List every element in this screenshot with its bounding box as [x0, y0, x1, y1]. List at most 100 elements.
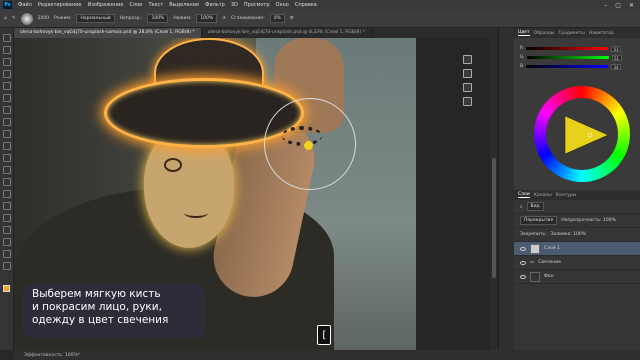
- layer-row[interactable]: Фон: [514, 270, 640, 284]
- layer-name: Фон: [544, 274, 554, 279]
- caption-line-1: Выберем мягкую кисть: [32, 288, 161, 300]
- menu-help[interactable]: Справка: [295, 2, 317, 8]
- layer-filter-select[interactable]: Вид: [526, 202, 544, 211]
- green-slider[interactable]: [526, 56, 609, 59]
- brush-settings-icon[interactable]: [462, 69, 472, 78]
- adjustments-icon[interactable]: [462, 83, 472, 92]
- mode-select[interactable]: Нормальный: [76, 14, 115, 23]
- blur-tool-icon[interactable]: [2, 178, 11, 186]
- menu-window[interactable]: Окно: [276, 2, 289, 8]
- flow-field[interactable]: 100%: [196, 14, 218, 23]
- menu-image[interactable]: Изображение: [87, 2, 123, 8]
- tutorial-caption: Выберем мягкую кисть и покрасим лицо, ру…: [22, 284, 206, 338]
- tab-document-2[interactable]: olena-bohovyk-bie_vqG4j70-unsplash.psd @…: [202, 28, 372, 38]
- pen-tool-icon[interactable]: [2, 202, 11, 210]
- right-panel: Цвет Образцы Градиенты Навигатор R 51 G 51…: [514, 28, 640, 350]
- scrollbar-thumb[interactable]: [492, 158, 496, 278]
- lasso-tool-icon[interactable]: [2, 58, 11, 66]
- history-brush-tool-icon[interactable]: [2, 142, 11, 150]
- hand-tool-icon[interactable]: [2, 250, 11, 258]
- quick-select-tool-icon[interactable]: [2, 70, 11, 78]
- maximize-icon[interactable]: ▢: [615, 2, 621, 9]
- type-tool-icon[interactable]: [2, 214, 11, 222]
- properties-icon[interactable]: [462, 55, 472, 64]
- green-value[interactable]: 51: [611, 54, 622, 61]
- caption-line-2: и покрасим лицо, руки,: [32, 301, 162, 313]
- tab-channels[interactable]: Каналы: [534, 193, 552, 198]
- layer-row[interactable]: Слой 1: [514, 242, 640, 256]
- tab-gradients[interactable]: Градиенты: [559, 31, 585, 36]
- move-tool-icon[interactable]: [2, 34, 11, 42]
- eye-icon[interactable]: [520, 260, 526, 265]
- layers-panel: Слои Каналы Контуры ⌕ Вид Перекрытие Непро…: [514, 190, 640, 350]
- settings-gear-icon[interactable]: ⚙: [290, 16, 294, 21]
- menu-3d[interactable]: 3D: [231, 2, 238, 8]
- status-bar: Эффективность: 100%*: [14, 350, 640, 360]
- shape-tool-icon[interactable]: [2, 238, 11, 246]
- tab-document-1[interactable]: olena-bohovyk-bie_vqG4j70-unsplash-samoi…: [14, 28, 202, 38]
- slider-label-r: R: [520, 46, 524, 51]
- gradient-tool-icon[interactable]: [2, 166, 11, 174]
- smoothing-field[interactable]: 0%: [269, 14, 285, 23]
- face-paint-eye: [164, 158, 182, 172]
- menu-layers[interactable]: Слои: [129, 2, 142, 8]
- tab-paths[interactable]: Контуры: [556, 193, 577, 198]
- path-select-tool-icon[interactable]: [2, 226, 11, 234]
- zoom-tool-icon[interactable]: [2, 262, 11, 270]
- blend-mode-select[interactable]: Перекрытие: [520, 216, 558, 225]
- dodge-tool-icon[interactable]: [2, 190, 11, 198]
- menu-type[interactable]: Текст: [148, 2, 163, 8]
- minimize-icon[interactable]: –: [604, 2, 607, 9]
- color-sliders: R 51 G 51 B 34: [520, 44, 636, 71]
- document-tabs: olena-bohovyk-bie_vqG4j70-unsplash-samoi…: [14, 28, 504, 38]
- folder-icon: ▭: [530, 260, 535, 265]
- opacity-field[interactable]: 100%: [147, 14, 169, 23]
- menu-edit[interactable]: Редактирование: [38, 2, 82, 8]
- menu-file[interactable]: Файл: [18, 2, 32, 8]
- color-triangle[interactable]: [560, 114, 610, 156]
- brush-preset-picker[interactable]: [20, 12, 33, 25]
- caption-line-3: одежду в цвет свечения: [32, 314, 169, 326]
- menu-filter[interactable]: Фильтр: [205, 2, 225, 8]
- vertical-scrollbar[interactable]: [490, 38, 498, 350]
- canvas-mini-toolbar: [459, 55, 475, 106]
- brush-tool-icon[interactable]: ✎: [12, 16, 16, 21]
- airbrush-icon[interactable]: ✈: [222, 16, 226, 21]
- foreground-color-swatch[interactable]: [3, 285, 10, 292]
- layer-thumbnail: [530, 271, 540, 282]
- healing-tool-icon[interactable]: [2, 106, 11, 114]
- tab-navigator[interactable]: Навигатор: [589, 31, 614, 36]
- search-icon: ⌕: [520, 204, 523, 210]
- eraser-tool-icon[interactable]: [2, 154, 11, 162]
- eye-icon[interactable]: [520, 274, 526, 279]
- crop-tool-icon[interactable]: [2, 82, 11, 90]
- stamp-tool-icon[interactable]: [2, 130, 11, 138]
- history-icon[interactable]: [462, 97, 472, 106]
- blue-slider[interactable]: [526, 65, 609, 68]
- tab-layers[interactable]: Слои: [518, 192, 530, 198]
- blue-value[interactable]: 34: [611, 63, 622, 70]
- brush-size: 2000: [37, 16, 50, 21]
- tab-color[interactable]: Цвет: [518, 30, 530, 36]
- fill-field[interactable]: Заливка: 100%: [551, 232, 586, 237]
- red-slider[interactable]: [526, 47, 609, 50]
- menu-select[interactable]: Выделение: [169, 2, 199, 8]
- options-bar: ⌂ ✎ 2000 Режим: Нормальный Непрозр.: 100…: [0, 10, 640, 28]
- eyedropper-tool-icon[interactable]: [2, 94, 11, 102]
- tab-swatches[interactable]: Образцы: [534, 31, 555, 36]
- eye-icon[interactable]: [520, 246, 526, 251]
- close-icon[interactable]: ✕: [629, 2, 634, 9]
- menu-view[interactable]: Просмотр: [244, 2, 270, 8]
- lock-row: Закрепить: Заливка: 100%: [514, 228, 640, 242]
- layer-name: Слой 1: [544, 246, 560, 251]
- brush-tool-icon[interactable]: [2, 118, 11, 126]
- key-hint-bracket: [: [317, 325, 331, 345]
- window-controls: – ▢ ✕: [604, 2, 640, 9]
- home-icon[interactable]: ⌂: [4, 16, 7, 21]
- red-value[interactable]: 51: [611, 45, 622, 52]
- marquee-tool-icon[interactable]: [2, 46, 11, 54]
- slider-label-g: G: [520, 55, 524, 60]
- flow-label: Нажим:: [173, 16, 192, 21]
- layer-opacity[interactable]: Непрозрачность: 100%: [561, 218, 616, 223]
- layer-row[interactable]: ▭ Свечение: [514, 256, 640, 270]
